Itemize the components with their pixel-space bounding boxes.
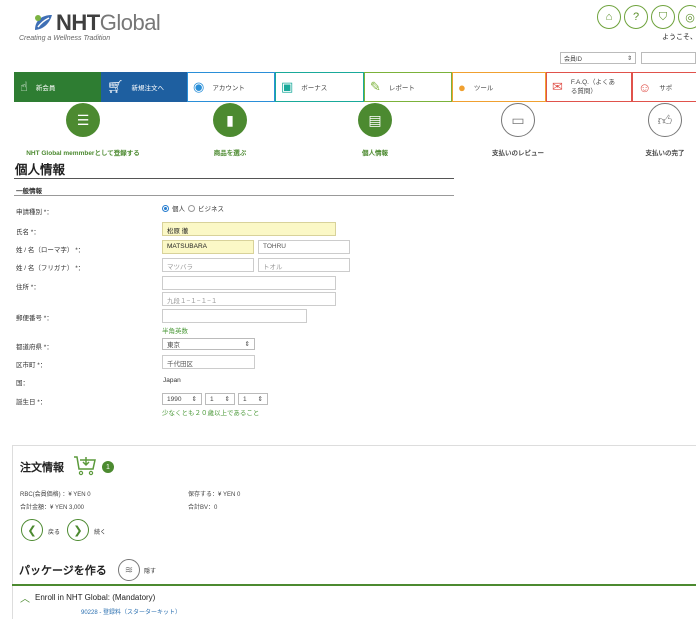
hand-icon: ☝ xyxy=(20,79,28,94)
birthday-label: 誕生日 *： xyxy=(16,399,47,406)
id-card-icon: ▤ xyxy=(358,103,392,137)
chevron-updown-icon: ⇕ xyxy=(257,396,263,403)
application-type-label: 申請種別 *： xyxy=(16,209,53,216)
chevron-updown-icon: ⇕ xyxy=(244,341,250,348)
top-icon-bar: ⌂ ? ⛉ ◎ xyxy=(597,5,696,29)
address-label: 住所 *： xyxy=(16,284,40,291)
save-amount: 保存する：¥ YEN 0 xyxy=(188,492,241,498)
city-input[interactable]: 千代田区 xyxy=(162,355,255,369)
title-divider xyxy=(14,178,454,179)
nav-tools[interactable]: ● ツール xyxy=(452,72,546,102)
next-button[interactable]: ❯ xyxy=(67,519,89,541)
globe-icon[interactable]: ◎ xyxy=(678,5,696,29)
step-payment-review: ▭ 支払いのレビュー xyxy=(468,103,568,157)
country-label: 国： xyxy=(16,380,29,387)
brand-name: NHTGlobal xyxy=(56,10,161,35)
address-line2-input[interactable]: 九段１−１−１−１ xyxy=(162,292,336,306)
prefecture-select[interactable]: 東京 ⇕ xyxy=(162,338,255,350)
home-icon[interactable]: ⌂ xyxy=(597,5,621,29)
step-choose-product: ▮ 商品を選ぶ xyxy=(190,103,270,157)
application-type-radios: 個人 ビジネス xyxy=(162,203,224,213)
furigana-last-input[interactable]: マツバラ xyxy=(162,258,254,272)
report-icon: ✎ xyxy=(370,79,381,94)
support-icon: ☺ xyxy=(638,79,652,95)
birth-month-select[interactable]: 1 ⇕ xyxy=(205,393,235,405)
nav-new-order[interactable]: 🛒︎ 新規注文へ xyxy=(101,72,187,102)
progress-steps: ☰ NHT Global memmberとして登録する ▮ 商品を選ぶ ▤ 個人… xyxy=(0,103,696,158)
step-personal-info: ▤ 個人情報 xyxy=(335,103,415,157)
bonus-icon: ▣ xyxy=(281,79,294,94)
prefecture-label: 都道府県 *： xyxy=(16,344,53,351)
faq-icon: ✉ xyxy=(552,79,563,94)
cart-icon[interactable] xyxy=(73,453,97,477)
hide-toggle[interactable]: 隠す xyxy=(144,566,156,575)
enroll-accordion[interactable]: ︿ Enroll in NHT Global: (Mandatory) xyxy=(20,590,155,605)
back-button[interactable]: ❮ xyxy=(21,519,43,541)
postal-code-input[interactable] xyxy=(162,309,307,323)
chevron-left-icon: ❮ xyxy=(27,524,37,537)
enroll-item-link[interactable]: 90228 - 登録料（スターターキット） xyxy=(81,607,181,616)
romaji-last-input[interactable]: MATSUBARA xyxy=(162,240,254,254)
cart-count-badge: 1 xyxy=(102,461,114,473)
cart-icon: 🛒︎ xyxy=(107,79,124,94)
layers-icon[interactable]: ≋ xyxy=(118,559,140,581)
country-value: Japan xyxy=(163,377,181,384)
birth-year-select[interactable]: 1990 ⇕ xyxy=(162,393,202,405)
document-icon: ☰ xyxy=(66,103,100,137)
postal-code-note: 半角英数 xyxy=(162,328,188,335)
nav-new-member[interactable]: ☝ 新会員 xyxy=(14,72,101,102)
step-payment-complete: 👍︎ 支払いの完了 xyxy=(625,103,696,157)
furigana-first-input[interactable]: トオル xyxy=(258,258,350,272)
chevron-updown-icon: ⇕ xyxy=(626,55,632,62)
rbc-price: RBC(会員価格) ：¥ YEN 0 xyxy=(20,492,91,498)
chevron-updown-icon: ⇕ xyxy=(191,396,197,403)
romaji-first-input[interactable]: TOHRU xyxy=(258,240,350,254)
package-title: パッケージを作る xyxy=(19,565,107,577)
order-title: 注文情報 xyxy=(20,462,64,474)
wallet-icon: ▭ xyxy=(501,103,535,137)
enroll-divider xyxy=(12,584,696,586)
postal-code-label: 郵便番号 *： xyxy=(16,315,53,322)
section-heading: 一般情報 xyxy=(16,188,42,195)
chevron-right-icon: ❯ xyxy=(73,524,83,537)
nav-faq[interactable]: ✉ F.A.Q.（よくある質問） xyxy=(546,72,632,102)
city-label: 区市町 *： xyxy=(16,362,47,369)
back-label[interactable]: 戻る xyxy=(48,527,60,536)
leaf-logo-icon xyxy=(35,15,52,30)
radio-business[interactable] xyxy=(188,204,195,212)
welcome-text: ようこそ、 xyxy=(662,34,696,41)
nav-account[interactable]: ◉ アカウント xyxy=(187,72,275,102)
member-id-input[interactable] xyxy=(641,52,696,64)
furigana-label: 姓 / 名（フリガナ） *： xyxy=(16,265,85,272)
radio-individual[interactable] xyxy=(162,204,169,212)
name-label: 氏名 *： xyxy=(16,229,40,236)
nav-report[interactable]: ✎ レポート xyxy=(364,72,452,102)
name-input[interactable]: 松原 徹 xyxy=(162,222,336,236)
chevron-updown-icon: ⇕ xyxy=(224,396,230,403)
bulb-icon: ● xyxy=(458,79,466,95)
section-divider xyxy=(14,195,454,196)
brand-logo[interactable]: NHTGlobal xyxy=(32,10,161,36)
main-nav: ☝ 新会員 🛒︎ 新規注文へ ◉ アカウント ▣ ボーナス ✎ レポート ● ツール ✉ F.… xyxy=(14,72,696,102)
birthday-note: 少なくとも２０歳以上であること xyxy=(162,410,260,417)
total-bv: 合計BV：0 xyxy=(188,505,218,511)
chevron-up-icon: ︿ xyxy=(20,594,30,605)
address-line1-input[interactable] xyxy=(162,276,336,290)
chat-icon[interactable]: ? xyxy=(624,5,648,29)
tagline: Creating a Wellness Tradition xyxy=(19,35,111,42)
thumbs-up-icon: 👍︎ xyxy=(648,103,682,137)
next-label[interactable]: 続く xyxy=(94,527,106,536)
romaji-label: 姓 / 名（ローマ字） *： xyxy=(16,247,85,254)
account-icon: ◉ xyxy=(193,79,205,94)
nav-support[interactable]: ☺ サポ xyxy=(632,72,696,102)
step-register: ☰ NHT Global memmberとして登録する xyxy=(8,103,158,157)
total-amount: 合計金額：¥ YEN 3,000 xyxy=(20,505,85,511)
birth-day-select[interactable]: 1 ⇕ xyxy=(238,393,268,405)
cart-icon[interactable]: ⛉ xyxy=(651,5,675,29)
member-id-select[interactable]: 会員ID ⇕ xyxy=(560,52,636,64)
bottle-icon: ▮ xyxy=(213,103,247,137)
nav-bonus[interactable]: ▣ ボーナス xyxy=(275,72,364,102)
page-title: 個人情報 xyxy=(15,163,66,177)
header: NHTGlobal Creating a Wellness Tradition … xyxy=(0,0,696,70)
